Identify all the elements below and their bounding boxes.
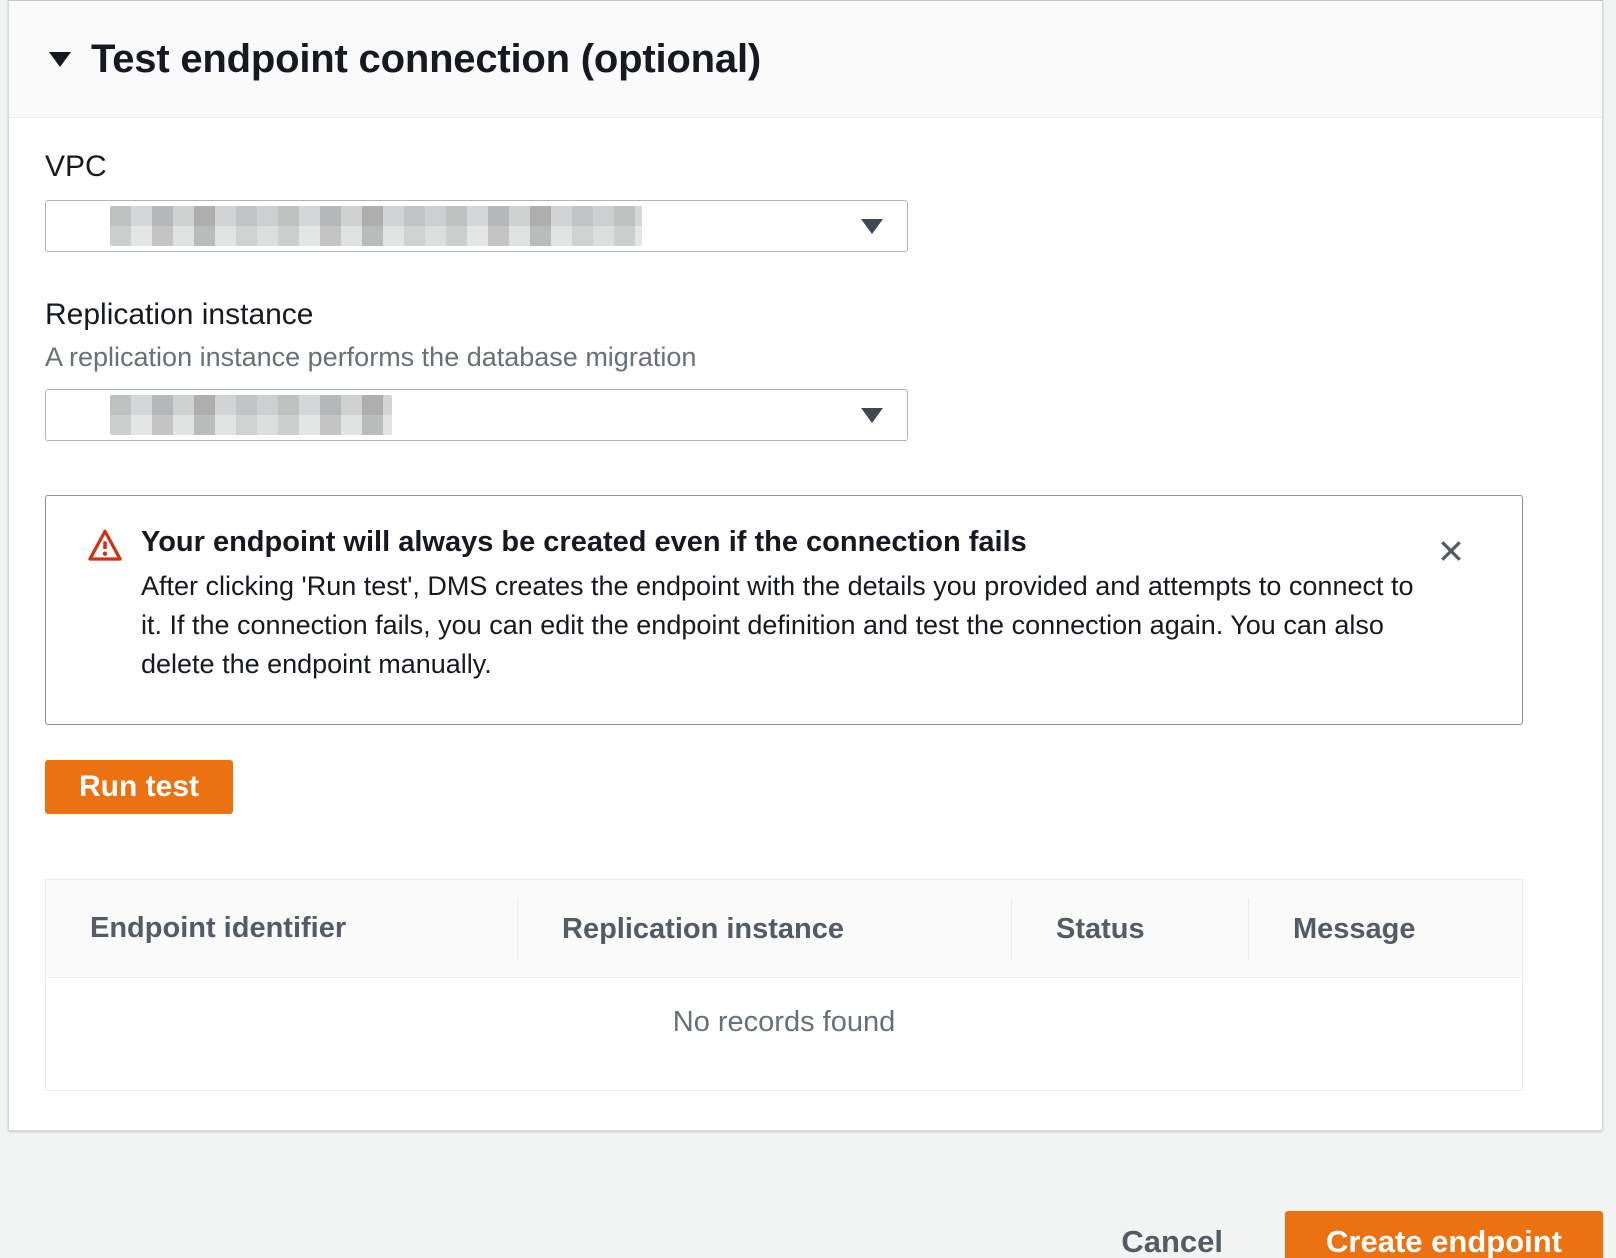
redacted-vpc-value bbox=[110, 206, 642, 246]
replication-instance-label: Replication instance bbox=[45, 298, 1566, 332]
table-header-row: Endpoint identifier Replication instance… bbox=[46, 880, 1522, 978]
run-test-button[interactable]: Run test bbox=[45, 760, 233, 814]
column-header-endpoint-identifier: Endpoint identifier bbox=[46, 912, 517, 945]
cancel-button[interactable]: Cancel bbox=[1121, 1224, 1223, 1258]
test-results-table: Endpoint identifier Replication instance… bbox=[45, 879, 1523, 1091]
replication-instance-description: A replication instance performs the data… bbox=[45, 342, 1566, 373]
vpc-select[interactable] bbox=[45, 200, 908, 252]
redacted-replication-instance-value bbox=[110, 395, 392, 435]
vpc-label: VPC bbox=[45, 150, 1566, 184]
column-header-message: Message bbox=[1248, 898, 1522, 960]
test-endpoint-section: Test endpoint connection (optional) VPC … bbox=[8, 0, 1603, 1131]
section-header[interactable]: Test endpoint connection (optional) bbox=[9, 1, 1602, 118]
replication-instance-select[interactable] bbox=[45, 389, 908, 441]
section-body: VPC Replication instance A replication i… bbox=[9, 118, 1602, 1130]
warning-triangle-icon bbox=[87, 528, 123, 567]
table-body: No records found bbox=[46, 978, 1522, 1090]
create-endpoint-button[interactable]: Create endpoint bbox=[1285, 1211, 1603, 1258]
empty-table-message: No records found bbox=[673, 1006, 895, 1039]
warning-alert: Your endpoint will always be created eve… bbox=[45, 495, 1523, 725]
replication-instance-field: Replication instance A replication insta… bbox=[45, 298, 1566, 441]
triangle-down-icon bbox=[49, 52, 71, 67]
form-footer: Cancel Create endpoint bbox=[0, 1211, 1603, 1258]
close-icon[interactable] bbox=[1432, 532, 1470, 570]
alert-body: After clicking 'Run test', DMS creates t… bbox=[141, 567, 1432, 684]
section-title: Test endpoint connection (optional) bbox=[91, 37, 761, 82]
chevron-down-icon bbox=[861, 408, 883, 423]
chevron-down-icon bbox=[861, 219, 883, 234]
vpc-field: VPC bbox=[45, 150, 1566, 252]
alert-content: Your endpoint will always be created eve… bbox=[141, 526, 1432, 684]
column-header-replication-instance: Replication instance bbox=[517, 898, 1011, 960]
column-header-status: Status bbox=[1011, 898, 1248, 960]
alert-title: Your endpoint will always be created eve… bbox=[141, 526, 1432, 559]
